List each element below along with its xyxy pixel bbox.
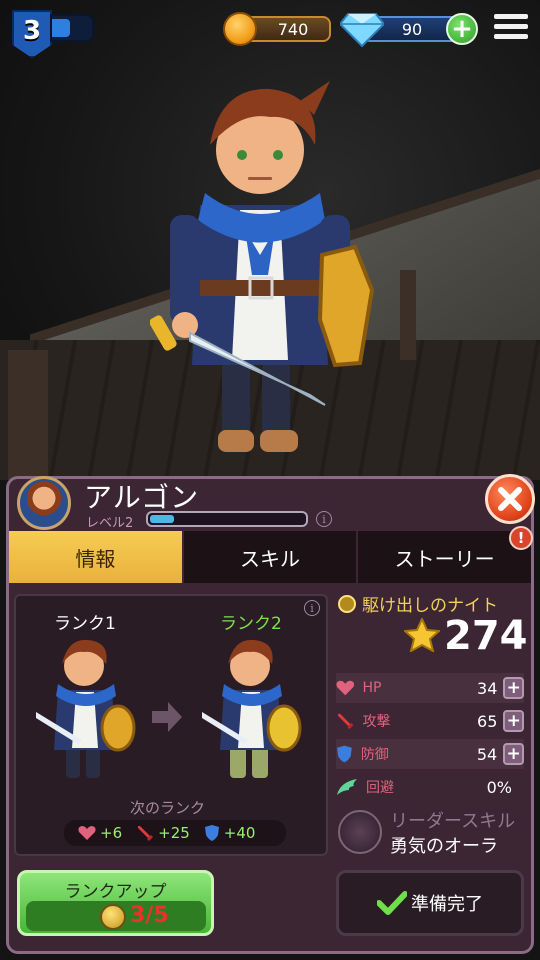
- stat-row-attack: 攻撃 65 +: [336, 706, 524, 736]
- stat-row-evasion: 回避 0%: [336, 772, 524, 802]
- stat-upgrade-defense-button[interactable]: +: [503, 743, 524, 765]
- current-rank-hero-preview: [36, 639, 136, 778]
- hero-portrait-avatar: [17, 476, 71, 530]
- heart-icon: [336, 680, 355, 696]
- rank-info-icon[interactable]: i: [304, 600, 320, 616]
- medal-icon: [338, 594, 356, 613]
- rank-up-button[interactable]: ランクアップ 3/5: [17, 870, 214, 936]
- arrow-right-icon: [152, 702, 182, 732]
- hero-level-fill: [150, 515, 174, 523]
- next-rank-hero-preview: [202, 639, 302, 778]
- diamond-icon: [340, 13, 384, 48]
- hamburger-menu-icon[interactable]: [494, 14, 528, 42]
- leader-skill-label: リーダースキル: [390, 811, 516, 832]
- tab-info-label: 情報: [75, 546, 116, 571]
- rank-bonus-hp-value: +6: [100, 824, 123, 842]
- hero-power-value: 274: [444, 613, 528, 659]
- stat-value-defense: 54: [476, 744, 498, 764]
- rank-bonus-attack-value: +25: [158, 824, 190, 842]
- star-icon: [404, 618, 440, 652]
- story-alert-badge: !: [509, 526, 533, 550]
- leader-skill-icon[interactable]: [338, 810, 382, 854]
- player-xp-bar: [50, 14, 94, 42]
- heart-icon: [78, 826, 96, 840]
- stat-name-defense: 防御: [360, 747, 389, 763]
- stat-value-evasion: 0%: [486, 777, 512, 797]
- close-icon: [498, 487, 522, 511]
- current-rank-label: ランク1: [54, 614, 116, 634]
- rank-bonus-row: +6 +25 +40: [64, 820, 286, 846]
- hero-character-model[interactable]: [150, 75, 390, 465]
- tab-skills[interactable]: スキル: [183, 531, 359, 583]
- hero-name: アルゴン: [84, 481, 200, 514]
- checkmark-icon: [377, 891, 407, 915]
- leader-skill-name: 勇気のオーラ: [390, 836, 498, 857]
- rank-bonus-attack: +25: [136, 824, 190, 842]
- player-xp-fill: [52, 19, 70, 37]
- gold-counter[interactable]: 740: [223, 12, 331, 46]
- stat-name-attack: 攻撃: [362, 714, 391, 730]
- shield-icon: [204, 825, 219, 841]
- stat-name-hp: HP: [362, 680, 382, 696]
- stat-name-evasion: 回避: [366, 780, 394, 796]
- next-rank-label: ランク2: [220, 614, 282, 634]
- stat-upgrade-attack-button[interactable]: +: [503, 710, 524, 732]
- tab-info[interactable]: 情報: [9, 531, 184, 583]
- sword-icon: [338, 713, 354, 730]
- gold-coin-icon: [223, 12, 257, 46]
- scene-post: [400, 270, 416, 360]
- rank-up-label: ランクアップ: [64, 882, 167, 902]
- stat-value-attack: 65: [477, 711, 498, 731]
- buy-gems-plus-button[interactable]: +: [446, 13, 478, 45]
- hero-level-bar: [146, 511, 308, 527]
- rank-medal-icon: [100, 904, 126, 930]
- tab-story[interactable]: ストーリー: [358, 531, 532, 583]
- stat-upgrade-hp-button[interactable]: +: [503, 677, 524, 699]
- sword-icon: [138, 826, 154, 841]
- tab-story-label: ストーリー: [394, 546, 495, 571]
- shield-icon: [337, 745, 352, 763]
- rank-bonus-defense: +40: [204, 824, 256, 842]
- next-rank-title: 次のランク: [130, 799, 206, 817]
- rank-bonus-hp: +6: [78, 824, 122, 842]
- ready-label: 準備完了: [411, 894, 483, 915]
- stat-row-defense: 防御 54 +: [336, 739, 524, 769]
- player-level-number: 3: [22, 16, 42, 46]
- ready-button[interactable]: 準備完了: [336, 870, 524, 936]
- close-panel-button[interactable]: [485, 474, 535, 524]
- rank-up-count: 3/5: [130, 903, 169, 928]
- gem-amount: 90: [401, 19, 423, 39]
- rank-bonus-defense-value: +40: [223, 824, 256, 842]
- tab-skills-label: スキル: [240, 546, 300, 571]
- hero-3d-scene: [0, 0, 540, 480]
- stat-value-hp: 34: [477, 678, 498, 698]
- hero-tabs: 情報 スキル ストーリー: [9, 531, 532, 583]
- stat-row-hp: HP 34 +: [336, 673, 524, 703]
- scene-post: [8, 350, 48, 480]
- wing-icon: [337, 779, 357, 795]
- hero-level-label: レベル2: [86, 516, 134, 531]
- gold-amount: 740: [277, 19, 309, 39]
- level-info-icon[interactable]: i: [316, 511, 332, 527]
